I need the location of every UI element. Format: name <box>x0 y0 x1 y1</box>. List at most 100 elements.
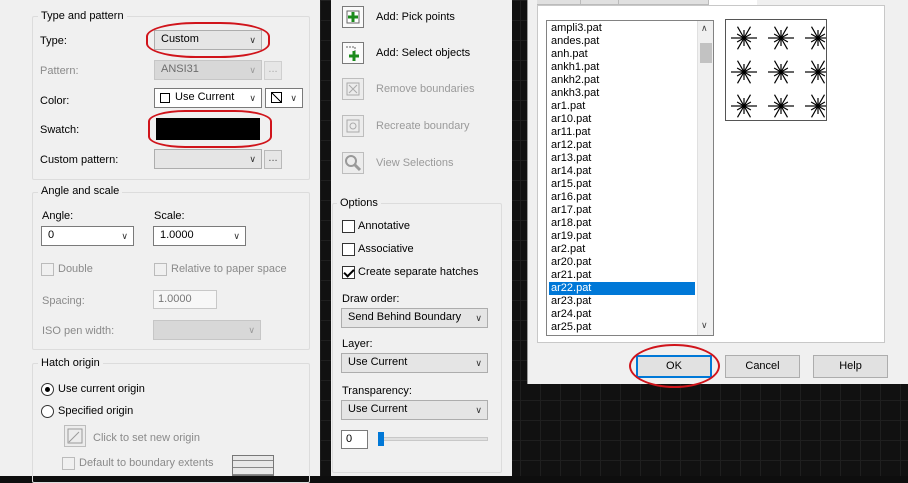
pattern-select: ANSI31 ∨ <box>154 60 262 80</box>
use-current-origin-label: Use current origin <box>58 383 145 395</box>
scale-value: 1.0000 <box>160 229 194 241</box>
chevron-down-icon: ∨ <box>249 93 256 103</box>
pattern-list-scrollbar[interactable]: ∧ ∨ <box>697 21 713 335</box>
list-item[interactable]: ar12.pat <box>549 139 695 152</box>
add-pick-points-icon[interactable] <box>342 6 364 28</box>
list-item[interactable]: ar21.pat <box>549 269 695 282</box>
pattern-select-value: ANSI31 <box>161 63 199 75</box>
separate-hatches-label: Create separate hatches <box>358 266 479 278</box>
custom-pattern-select[interactable]: ∨ <box>154 149 262 169</box>
type-label: Type: <box>40 35 67 47</box>
options-title: Options <box>337 197 381 209</box>
iso-pen-width-label: ISO pen width: <box>42 325 115 337</box>
use-current-origin-radio[interactable] <box>41 383 54 396</box>
list-item[interactable]: ar18.pat <box>549 217 695 230</box>
view-selections-label: View Selections <box>376 157 454 169</box>
specified-origin-label: Specified origin <box>58 405 134 417</box>
scrollbar-down-arrow[interactable]: ∨ <box>701 320 708 331</box>
pattern-preview-box <box>725 19 831 121</box>
list-item[interactable]: ar13.pat <box>549 152 695 165</box>
draw-order-select[interactable]: Send Behind Boundary ∨ <box>341 308 488 328</box>
relative-paper-space-checkbox <box>154 263 167 276</box>
scale-select[interactable]: 1.0000 ∨ <box>153 226 246 246</box>
type-and-pattern-title: Type and pattern <box>38 10 127 22</box>
list-item[interactable]: ar25.pat <box>549 321 695 334</box>
chevron-down-icon: ∨ <box>249 154 256 164</box>
remove-boundaries-label: Remove boundaries <box>376 83 475 95</box>
list-item[interactable]: ankh1.pat <box>549 61 695 74</box>
specified-origin-radio[interactable] <box>41 405 54 418</box>
chevron-down-icon: ∨ <box>475 405 482 415</box>
transparency-slider-thumb[interactable] <box>378 432 384 446</box>
list-item[interactable]: ar11.pat <box>549 126 695 139</box>
swatch-label: Swatch: <box>40 124 80 136</box>
default-boundary-extents-label: Default to boundary extents <box>79 457 214 469</box>
no-fill-icon <box>271 92 282 103</box>
scrollbar-up-arrow[interactable]: ∧ <box>701 23 708 34</box>
associative-label: Associative <box>358 243 414 255</box>
associative-checkbox[interactable] <box>342 243 355 256</box>
transparency-slider-track[interactable] <box>378 437 488 441</box>
layer-label: Layer: <box>342 338 373 350</box>
help-button[interactable]: Help <box>813 355 888 378</box>
transparency-number-input[interactable]: 0 <box>341 430 368 449</box>
annotation-circle-ok <box>629 344 720 388</box>
list-item[interactable]: ar1.pat <box>549 100 695 113</box>
custom-pattern-browse-button[interactable]: ... <box>264 150 282 169</box>
chevron-down-icon: ∨ <box>290 93 297 103</box>
iso-pen-width-select: ∨ <box>153 320 261 340</box>
add-pick-points-label[interactable]: Add: Pick points <box>376 11 455 23</box>
scale-label: Scale: <box>154 210 185 222</box>
angle-label: Angle: <box>42 210 74 222</box>
annotative-checkbox[interactable] <box>342 220 355 233</box>
list-item[interactable]: ar23.pat <box>549 295 695 308</box>
list-item[interactable]: ar24.pat <box>549 308 695 321</box>
list-item[interactable]: anh.pat <box>549 48 695 61</box>
color-select-value: Use Current <box>175 91 235 103</box>
chevron-down-icon: ∨ <box>249 65 256 75</box>
list-item[interactable]: ar17.pat <box>549 204 695 217</box>
annotative-label: Annotative <box>358 220 410 232</box>
pattern-browse-button: ... <box>264 61 282 80</box>
double-label: Double <box>58 263 93 275</box>
list-item[interactable]: ar20.pat <box>549 256 695 269</box>
separate-hatches-checkbox[interactable] <box>342 266 355 279</box>
angle-and-scale-title: Angle and scale <box>38 185 123 197</box>
annotation-circle-type <box>146 22 270 58</box>
background-color-select[interactable]: ∨ <box>265 88 303 108</box>
color-select[interactable]: Use Current ∨ <box>154 88 262 108</box>
spacing-label: Spacing: <box>42 295 85 307</box>
scrollbar-thumb[interactable] <box>700 43 712 63</box>
layer-select[interactable]: Use Current ∨ <box>341 353 488 373</box>
chevron-down-icon: ∨ <box>475 313 482 323</box>
list-item[interactable]: ar14.pat <box>549 165 695 178</box>
brick-pattern-preview-icon <box>232 455 274 476</box>
pattern-label: Pattern: <box>40 65 79 77</box>
click-set-origin-label: Click to set new origin <box>93 432 200 444</box>
list-item[interactable]: ampli3.pat <box>549 22 695 35</box>
chevron-down-icon: ∨ <box>475 358 482 368</box>
list-item[interactable]: andes.pat <box>549 35 695 48</box>
chevron-down-icon: ∨ <box>233 231 240 241</box>
color-square-icon <box>160 93 170 103</box>
starburst-pattern-icon <box>731 26 831 118</box>
list-item[interactable]: ar19.pat <box>549 230 695 243</box>
list-item[interactable]: ar15.pat <box>549 178 695 191</box>
angle-select[interactable]: 0 ∨ <box>41 226 134 246</box>
list-item[interactable]: ankh3.pat <box>549 87 695 100</box>
annotation-circle-swatch <box>148 110 272 148</box>
list-item[interactable]: ankh2.pat <box>549 74 695 87</box>
draw-order-label: Draw order: <box>342 293 400 305</box>
list-item[interactable]: ar10.pat <box>549 113 695 126</box>
cancel-button[interactable]: Cancel <box>725 355 800 378</box>
add-select-objects-label[interactable]: Add: Select objects <box>376 47 470 59</box>
transparency-select[interactable]: Use Current ∨ <box>341 400 488 420</box>
list-item[interactable]: ar2.pat <box>549 243 695 256</box>
list-item[interactable]: ar22.pat <box>549 282 695 295</box>
remove-boundaries-icon <box>342 78 364 100</box>
pattern-file-list[interactable]: ampli3.pat andes.pat anh.pat ankh1.pat ankh2… <box>546 20 714 336</box>
layer-value: Use Current <box>348 356 408 368</box>
chevron-down-icon: ∨ <box>121 231 128 241</box>
add-select-objects-icon[interactable] <box>342 42 364 64</box>
list-item[interactable]: ar16.pat <box>549 191 695 204</box>
